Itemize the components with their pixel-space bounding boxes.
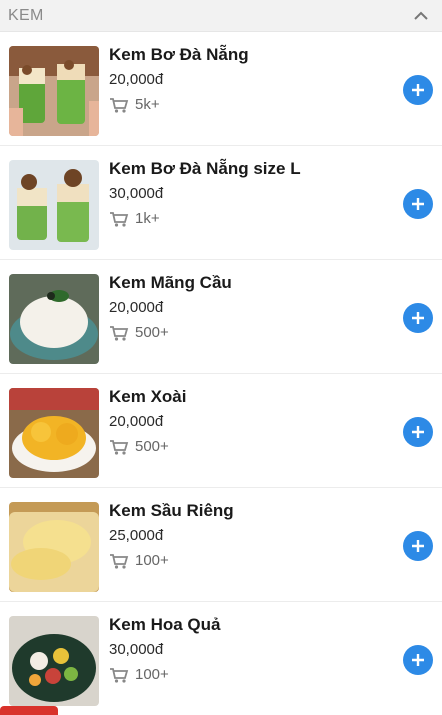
sold-count-value: 500+	[135, 324, 169, 341]
sold-count-value: 1k+	[135, 210, 160, 227]
plus-icon	[412, 84, 424, 96]
product-item[interactable]: Kem Bơ Đà Nẵng size L 30,000đ 1k+	[0, 146, 442, 260]
sold-count: 5k+	[109, 96, 442, 113]
product-image	[9, 46, 99, 136]
product-name: Kem Sầu Riêng	[109, 501, 234, 520]
product-name: Kem Bơ Đà Nẵng size L	[109, 159, 301, 178]
cart-icon	[110, 439, 129, 455]
add-to-cart-button[interactable]	[403, 417, 433, 447]
sold-count-value: 5k+	[135, 96, 160, 113]
plus-icon	[412, 312, 424, 324]
product-item[interactable]: Kem Mãng Cầu 20,000đ 500+	[0, 260, 442, 374]
cart-icon	[110, 97, 129, 113]
section-title: KEM	[8, 6, 44, 24]
add-to-cart-button[interactable]	[403, 75, 433, 105]
cart-icon	[110, 667, 129, 683]
product-price: 25,000đ	[109, 527, 164, 544]
product-item[interactable]: Kem Hoa Quả 30,000đ 100+	[0, 602, 442, 715]
product-price: 20,000đ	[109, 71, 164, 88]
plus-icon	[412, 654, 424, 666]
bottom-tab-indicator[interactable]	[0, 706, 58, 715]
product-item[interactable]: Kem Sầu Riêng 25,000đ 100+	[0, 488, 442, 602]
cart-icon	[110, 325, 129, 341]
sold-count: 1k+	[109, 210, 442, 227]
product-name: Kem Bơ Đà Nẵng	[109, 45, 249, 64]
product-item[interactable]: Kem Bơ Đà Nẵng 20,000đ 5k+	[0, 32, 442, 146]
sold-count: 500+	[109, 324, 442, 341]
product-name: Kem Hoa Quả	[109, 615, 221, 634]
plus-icon	[412, 426, 424, 438]
add-to-cart-button[interactable]	[403, 303, 433, 333]
product-price: 30,000đ	[109, 185, 164, 202]
product-name: Kem Xoài	[109, 387, 187, 406]
product-price: 30,000đ	[109, 641, 164, 658]
add-to-cart-button[interactable]	[403, 531, 433, 561]
product-name: Kem Mãng Cầu	[109, 273, 232, 292]
sold-count: 500+	[109, 438, 442, 455]
product-image	[9, 616, 99, 706]
product-image	[9, 274, 99, 364]
plus-icon	[412, 198, 424, 210]
chevron-up-icon[interactable]	[410, 5, 432, 27]
sold-count: 100+	[109, 552, 442, 569]
cart-icon	[110, 553, 129, 569]
product-image	[9, 388, 99, 478]
product-price: 20,000đ	[109, 413, 164, 430]
product-price: 20,000đ	[109, 299, 164, 316]
sold-count-value: 100+	[135, 666, 169, 683]
product-image	[9, 502, 99, 592]
sold-count-value: 500+	[135, 438, 169, 455]
add-to-cart-button[interactable]	[403, 645, 433, 675]
add-to-cart-button[interactable]	[403, 189, 433, 219]
plus-icon	[412, 540, 424, 552]
sold-count-value: 100+	[135, 552, 169, 569]
product-item[interactable]: Kem Xoài 20,000đ 500+	[0, 374, 442, 488]
product-image	[9, 160, 99, 250]
sold-count: 100+	[109, 666, 442, 683]
cart-icon	[110, 211, 129, 227]
product-list: Kem Bơ Đà Nẵng 20,000đ 5k+ Kem Bơ Đà Nẵn…	[0, 32, 442, 715]
section-header[interactable]: KEM	[0, 0, 442, 32]
